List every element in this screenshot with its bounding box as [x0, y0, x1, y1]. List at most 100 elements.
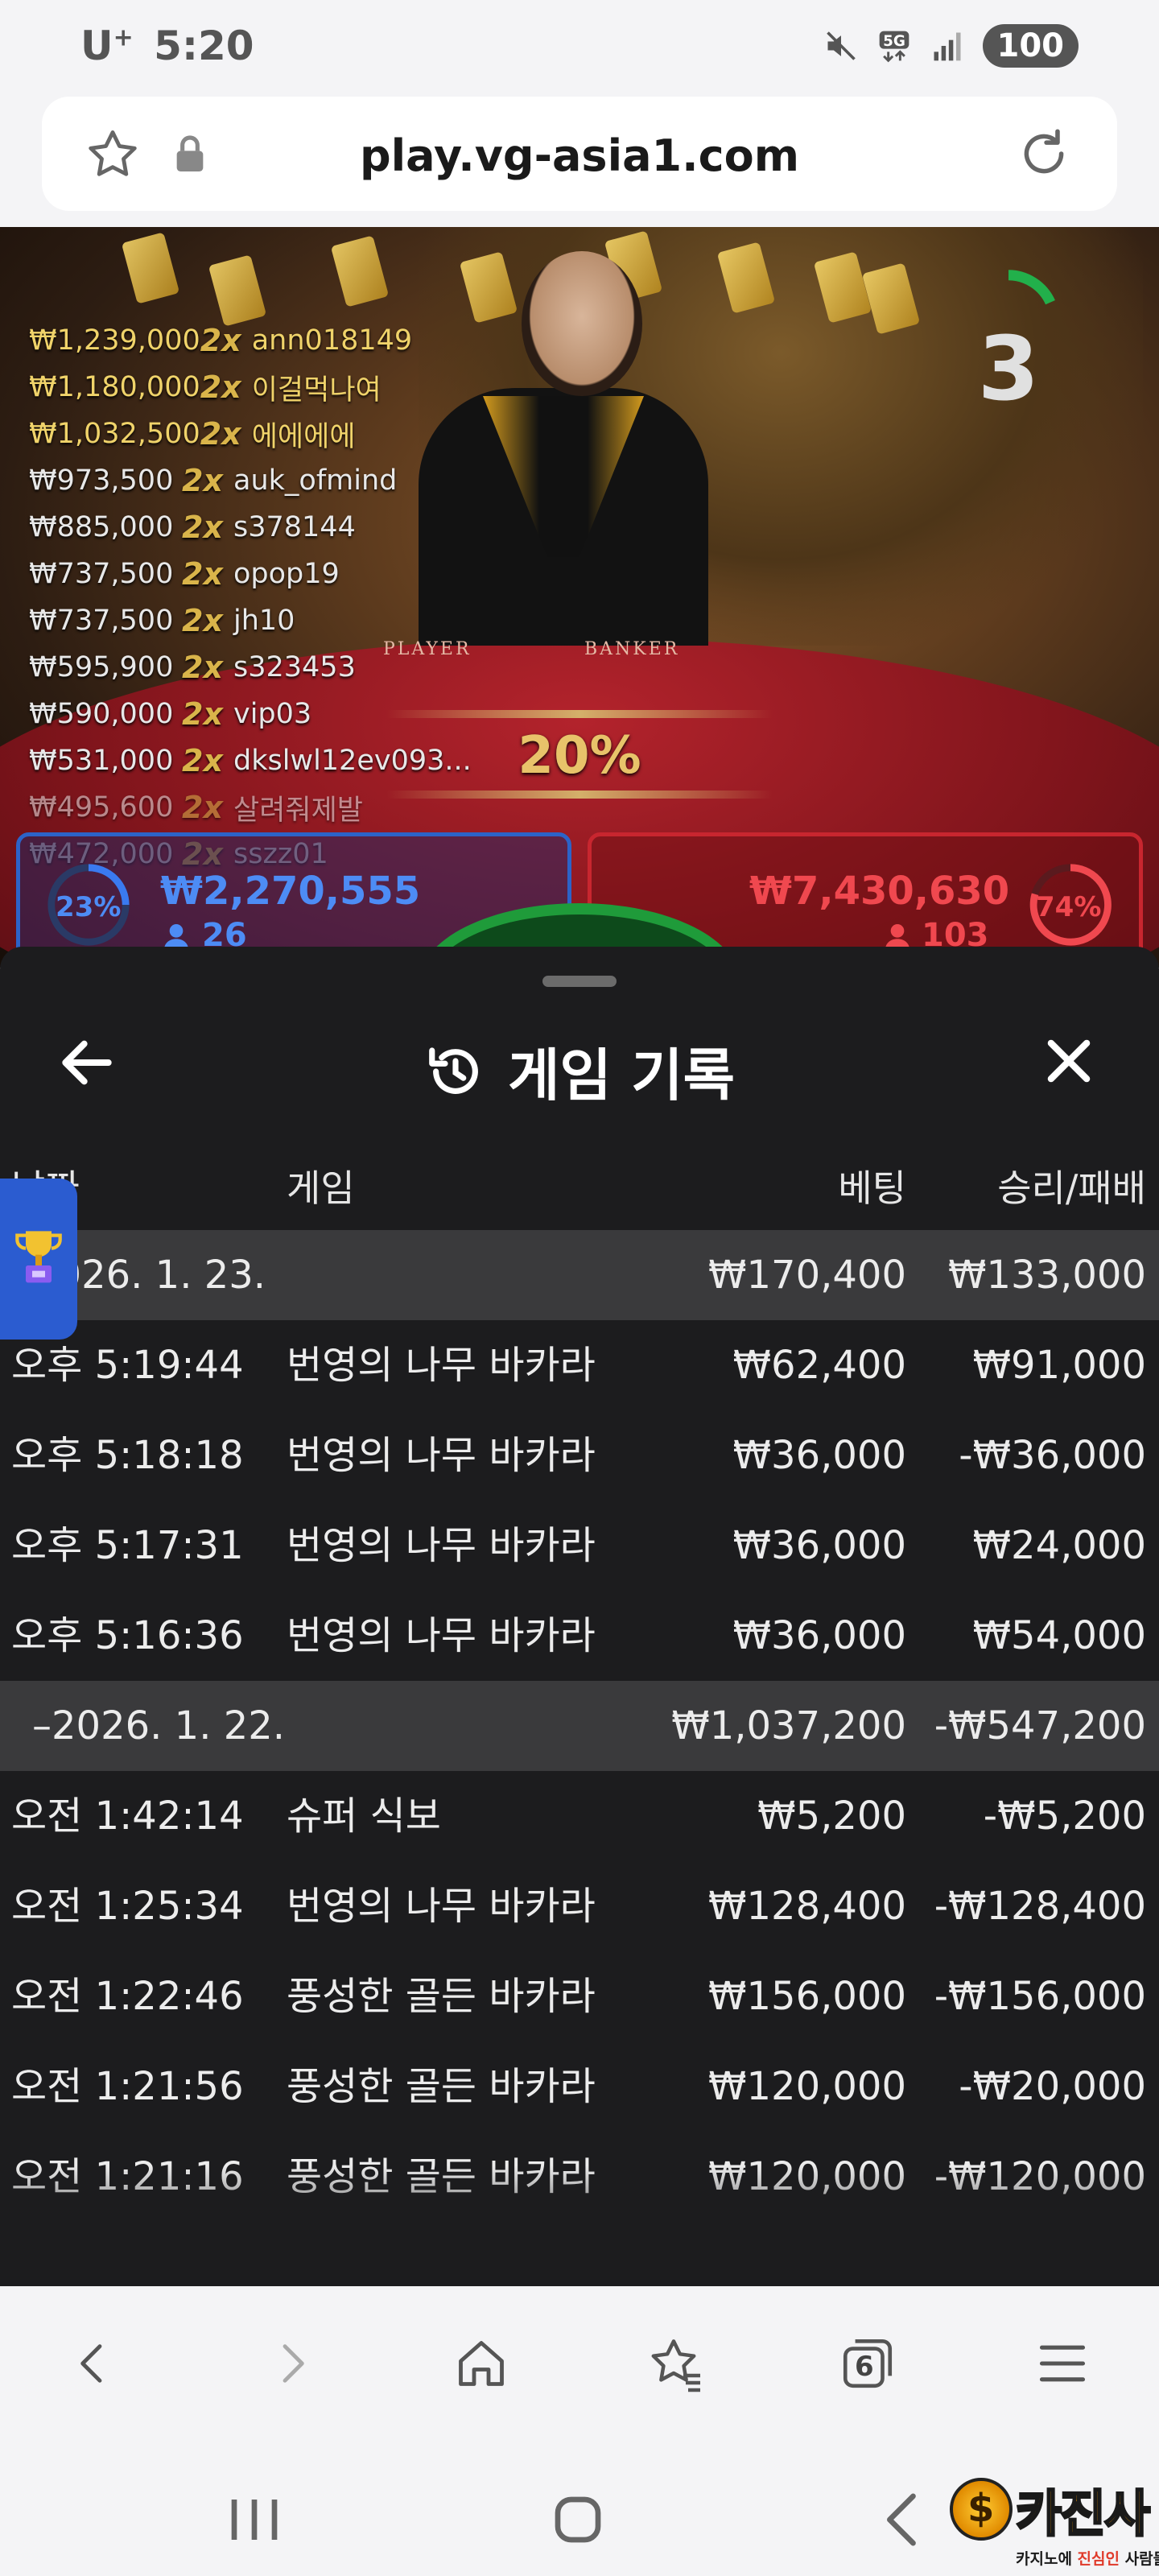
home-button[interactable] — [441, 2323, 522, 2404]
row-win-loss: -₩128,400 — [934, 1884, 1146, 1929]
history-row[interactable]: 오전 1:21:56 풍성한 골든 바카라 ₩120,000 -₩20,000 — [0, 2041, 1159, 2132]
row-win-loss: ₩54,000 — [972, 1613, 1146, 1658]
winner-row: ₩531,000 2x dkslwl12ev093... — [29, 737, 472, 784]
screen: U+ 5:20 5G 100 play.vg-asia1.com PLAYER … — [0, 0, 1159, 2576]
date-group-row[interactable]: –2026. 1. 22. ₩1,037,200 -₩547,200 — [0, 1681, 1159, 1771]
winner-row: ₩973,500 2x auk_ofmind — [29, 457, 472, 504]
row-bet: ₩36,000 — [732, 1433, 906, 1478]
network-5g-icon: 5G — [879, 31, 909, 63]
url-text[interactable]: play.vg-asia1.com — [42, 130, 1117, 181]
winner-username: opop19 — [233, 558, 340, 590]
history-row[interactable]: 오후 5:18:18 번영의 나무 바카라 ₩36,000 -₩36,000 — [0, 1410, 1159, 1501]
carrier: U — [80, 23, 113, 69]
table-banker-text: BANKER — [584, 639, 680, 659]
system-back-icon[interactable] — [863, 2479, 943, 2560]
tabs-button[interactable]: 6 — [827, 2323, 908, 2404]
countdown-number: 3 — [977, 317, 1040, 420]
tabs-count: 6 — [855, 2351, 874, 2383]
close-icon[interactable] — [1038, 1030, 1099, 1092]
winner-username: ann018149 — [251, 324, 413, 357]
row-game: 풍성한 골든 바카라 — [287, 1974, 596, 2019]
history-icon — [429, 1046, 478, 1094]
winner-username: auk_ofmind — [233, 464, 398, 497]
banker-total: ₩7,430,630 — [749, 869, 1010, 914]
row-time: 오전 1:22:46 — [11, 1974, 244, 2019]
watermark-sub-a: 카지노에 — [1016, 2550, 1078, 2568]
status-icons: 5G 100 — [823, 24, 1079, 68]
scroll-fade — [0, 2165, 1159, 2286]
chevron-right-icon — [283, 2344, 304, 2383]
bookmark-list-icon — [651, 2339, 700, 2392]
date-group-row[interactable]: 2026. 1. 23. ₩170,400 ₩133,000 — [0, 1230, 1159, 1320]
row-time: 오후 5:18:18 — [11, 1433, 244, 1478]
row-bet: ₩36,000 — [732, 1523, 906, 1568]
row-time: 오전 1:42:14 — [11, 1794, 244, 1839]
reload-icon[interactable] — [1014, 124, 1074, 184]
row-game: 번영의 나무 바카라 — [287, 1523, 596, 1568]
bookmarks-button[interactable] — [636, 2323, 716, 2404]
sheet-header: 게임 기록 — [0, 995, 1159, 1124]
winner-multiplier: 2x — [182, 463, 223, 498]
winner-row: ₩737,500 2x opop19 — [29, 551, 472, 597]
watermark-sub-b: 진심인 — [1077, 2550, 1120, 2568]
row-game: 번영의 나무 바카라 — [287, 1343, 596, 1388]
row-game: 슈퍼 식보 — [287, 1794, 441, 1839]
mute-icon — [826, 31, 856, 60]
card-decoration — [121, 232, 180, 304]
row-time: 오후 5:17:31 — [11, 1523, 244, 1568]
recent-apps-icon[interactable] — [214, 2479, 295, 2560]
group-date: –2026. 1. 22. — [32, 1703, 286, 1748]
address-bar[interactable]: play.vg-asia1.com — [42, 97, 1117, 211]
menu-button[interactable] — [1022, 2323, 1103, 2404]
winner-username: dkslwl12ev093... — [233, 745, 472, 777]
battery-indicator: 100 — [982, 24, 1079, 68]
browser-back-button[interactable] — [53, 2323, 134, 2404]
row-game: 번영의 나무 바카라 — [287, 1613, 596, 1658]
winner-multiplier: 2x — [182, 790, 223, 825]
winner-row: ₩495,600 2x 살려줘제발 — [29, 784, 472, 831]
history-row[interactable]: 오후 5:17:31 번영의 나무 바카라 ₩36,000 ₩24,000 — [0, 1501, 1159, 1591]
winner-row: ₩885,000 2x s378144 — [29, 504, 472, 551]
winner-username: 이걸먹나여 — [251, 374, 382, 407]
winner-row: ₩595,900 2x s323453 — [29, 644, 472, 691]
winner-amount: ₩495,600 — [29, 791, 174, 824]
watermark-subtitle: 카지노에 진심인 사람들 — [1016, 2547, 1159, 2569]
row-bet: ₩62,400 — [732, 1343, 906, 1388]
winner-row: ₩1,239,000 2x ann018149 — [29, 317, 472, 364]
winner-row: ₩737,500 2x jh10 — [29, 597, 472, 644]
sheet-drag-handle[interactable] — [542, 976, 617, 987]
history-row[interactable]: 오전 1:42:14 슈퍼 식보 ₩5,200 -₩5,200 — [0, 1771, 1159, 1861]
history-row[interactable]: 오전 1:25:34 번영의 나무 바카라 ₩128,400 -₩128,400 — [0, 1861, 1159, 1951]
winner-multiplier: 2x — [182, 510, 223, 545]
system-home-icon[interactable] — [538, 2479, 618, 2560]
winner-multiplier: 2x — [182, 556, 223, 592]
live-game-video[interactable]: PLAYER BANKER 20% ₩1,239,000 2x ann018149 ₩… — [0, 227, 1159, 968]
chevron-left-icon — [80, 2344, 102, 2383]
row-bet: ₩120,000 — [708, 2064, 906, 2109]
row-bet: ₩36,000 — [732, 1613, 906, 1658]
winner-amount: ₩590,000 — [29, 698, 174, 730]
winner-multiplier: 2x — [182, 603, 223, 638]
status-bar: U+ 5:20 5G 100 — [0, 0, 1159, 95]
card-decoration — [208, 254, 267, 327]
banker-percent: 74% — [1036, 891, 1102, 923]
winner-multiplier: 2x — [182, 696, 223, 732]
winner-amount: ₩885,000 — [29, 511, 174, 543]
dealer-head — [522, 251, 642, 396]
home-icon — [459, 2341, 504, 2386]
signal-icon — [934, 32, 960, 61]
leaderboard-tab[interactable] — [0, 1179, 77, 1340]
group-win-loss-total: -₩547,200 — [934, 1703, 1146, 1748]
row-win-loss: -₩20,000 — [959, 2064, 1146, 2109]
row-game: 번영의 나무 바카라 — [287, 1884, 596, 1929]
history-row[interactable]: 오후 5:16:36 번영의 나무 바카라 ₩36,000 ₩54,000 — [0, 1591, 1159, 1681]
hamburger-menu-icon — [1039, 2345, 1086, 2382]
browser-forward-button[interactable] — [251, 2323, 332, 2404]
winner-amount: ₩737,500 — [29, 605, 174, 637]
row-win-loss: ₩24,000 — [972, 1523, 1146, 1568]
winner-username: jh10 — [233, 605, 295, 637]
row-win-loss: ₩91,000 — [972, 1343, 1146, 1388]
history-row[interactable]: 오전 1:22:46 풍성한 골든 바카라 ₩156,000 -₩156,000 — [0, 1951, 1159, 2041]
history-row[interactable]: 오후 5:19:44 번영의 나무 바카라 ₩62,400 ₩91,000 — [0, 1320, 1159, 1410]
group-bet-total: ₩170,400 — [708, 1253, 906, 1298]
